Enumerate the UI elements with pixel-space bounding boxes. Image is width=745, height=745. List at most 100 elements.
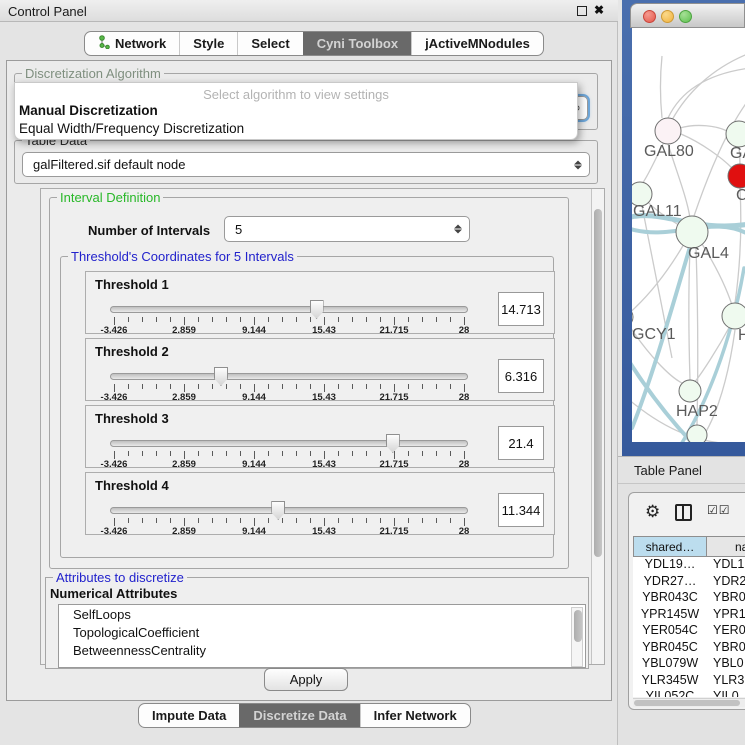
- table-row[interactable]: YER054CYER0: [633, 623, 745, 640]
- table-rows: YDL19…YDL1YDR27…YDR2YBR043CYBR0YPR145WYP…: [633, 557, 745, 697]
- slider-track[interactable]: [110, 373, 468, 380]
- attribute-item-selfloops[interactable]: SelfLoops: [59, 605, 585, 623]
- bottom-tab-infer-network[interactable]: Infer Network: [360, 704, 470, 727]
- tick-mark: [212, 451, 213, 456]
- tick-mark: [282, 451, 283, 456]
- tick-mark: [338, 518, 339, 523]
- tick-mark: [450, 384, 451, 389]
- zoom-traffic-light-icon[interactable]: [679, 10, 692, 23]
- slider-tick-labels: -3.4262.8599.14415.4321.71528: [114, 459, 464, 470]
- tick-mark: [464, 317, 465, 325]
- tick-mark: [338, 451, 339, 456]
- table-row[interactable]: YBR043CYBR0: [633, 590, 745, 607]
- column-header-name[interactable]: na: [707, 536, 745, 557]
- tab-style[interactable]: Style: [179, 32, 237, 55]
- tick-mark: [198, 317, 199, 322]
- threshold-value-field[interactable]: 6.316: [498, 359, 544, 393]
- top-tab-bar: NetworkStyleSelectCyni ToolboxjActiveMNo…: [84, 31, 544, 56]
- tick-mark: [254, 518, 255, 526]
- slider-track[interactable]: [110, 440, 468, 447]
- tick-mark: [436, 384, 437, 389]
- network-node-hap2[interactable]: [679, 380, 701, 402]
- number-of-intervals-combobox[interactable]: 5: [224, 216, 470, 242]
- tick-mark: [296, 518, 297, 523]
- tick-mark: [184, 518, 185, 526]
- tick-mark: [240, 451, 241, 456]
- tab-cyni-toolbox[interactable]: Cyni Toolbox: [303, 32, 411, 55]
- tick-mark: [394, 518, 395, 526]
- table-row[interactable]: YDR27…YDR2: [633, 574, 745, 591]
- tick-mark: [394, 451, 395, 459]
- tick-label: -3.426: [101, 392, 128, 403]
- cell-shared-name: YLR345W: [633, 673, 707, 690]
- attribute-item-topologicalcoefficient[interactable]: TopologicalCoefficient: [59, 623, 585, 641]
- tab-jactivemnodules[interactable]: jActiveMNodules: [411, 32, 543, 55]
- algorithm-option-manual-discretization[interactable]: Manual Discretization: [18, 103, 158, 118]
- bottom-tab-impute-data[interactable]: Impute Data: [139, 704, 239, 727]
- minimize-traffic-light-icon[interactable]: [661, 10, 674, 23]
- gear-icon[interactable]: ⚙: [645, 502, 660, 522]
- tick-label: 15.43: [312, 325, 336, 336]
- tick-mark: [184, 451, 185, 459]
- attribute-item-betweennesscentrality[interactable]: BetweennessCentrality: [59, 641, 585, 659]
- tick-mark: [226, 451, 227, 456]
- tick-mark: [170, 384, 171, 389]
- list-scrollbar-thumb[interactable]: [574, 610, 582, 642]
- threshold-value-field[interactable]: 14.713: [498, 292, 544, 326]
- bottom-tab-label: Infer Network: [374, 708, 457, 723]
- horizontal-scrollbar[interactable]: [633, 698, 745, 707]
- network-node-ga[interactable]: [726, 121, 745, 147]
- network-canvas[interactable]: GAL80GACGAL11GAL4GCY1HHAP2: [632, 28, 745, 442]
- attributes-group-title: Attributes to discretize: [53, 570, 187, 585]
- network-node-c[interactable]: [728, 164, 745, 188]
- threshold-value-field[interactable]: 21.4: [498, 426, 544, 460]
- float-icon[interactable]: [577, 6, 587, 16]
- tick-mark: [254, 317, 255, 325]
- algorithm-group-title: Discretization Algorithm: [22, 66, 164, 81]
- tick-label: 2.859: [172, 526, 196, 537]
- tick-mark: [380, 384, 381, 389]
- threshold-value-field[interactable]: 11.344: [498, 493, 544, 527]
- screen: Control Panel ✖ NetworkStyleSelectCyni T…: [0, 0, 745, 745]
- select-columns-icon[interactable]: ☑☑: [707, 503, 731, 517]
- table-data-combobox[interactable]: galFiltered.sif default node: [22, 152, 590, 177]
- tick-mark: [212, 518, 213, 523]
- vertical-scrollbar[interactable]: [591, 189, 604, 664]
- apply-button[interactable]: Apply: [264, 668, 348, 691]
- scrollbar-thumb[interactable]: [594, 209, 602, 557]
- network-node-h[interactable]: [722, 303, 745, 329]
- apply-button-label: Apply: [290, 672, 323, 687]
- table-row[interactable]: YBL079WYBL0: [633, 656, 745, 673]
- horizontal-scrollbar-thumb[interactable]: [634, 700, 740, 706]
- bottom-tab-discretize-data[interactable]: Discretize Data: [239, 704, 359, 727]
- table-row[interactable]: YBR045CYBR0: [633, 640, 745, 657]
- list-scrollbar[interactable]: [571, 607, 583, 667]
- close-traffic-light-icon[interactable]: [643, 10, 656, 23]
- tab-select[interactable]: Select: [237, 32, 302, 55]
- tick-mark: [352, 317, 353, 322]
- tick-label: 21.715: [379, 325, 408, 336]
- network-node-unlabeled[interactable]: [687, 425, 707, 442]
- split-columns-icon[interactable]: [675, 504, 692, 521]
- table-toolbar: ⚙ ☑☑: [629, 493, 745, 535]
- column-header-shared-name[interactable]: shared…: [633, 536, 707, 557]
- tick-mark: [156, 451, 157, 456]
- table-row[interactable]: YIL052CYIL0: [633, 689, 745, 697]
- table-row[interactable]: YLR345WYLR3: [633, 673, 745, 690]
- algorithm-option-equal-width-frequency-discretization[interactable]: Equal Width/Frequency Discretization: [18, 121, 244, 136]
- tick-label: 9.144: [242, 526, 266, 537]
- table-header-row: shared…na: [633, 536, 745, 557]
- threshold-panel-2: Threshold 2-3.4262.8599.14415.4321.71528…: [85, 338, 555, 401]
- table-row[interactable]: YPR145WYPR1: [633, 607, 745, 624]
- cell-name: YDR2: [707, 574, 745, 591]
- table-row[interactable]: YDL19…YDL1: [633, 557, 745, 574]
- slider-track[interactable]: [110, 306, 468, 313]
- slider-track[interactable]: [110, 507, 468, 514]
- tab-network[interactable]: Network: [85, 32, 179, 55]
- slider-tick-labels: -3.4262.8599.14415.4321.71528: [114, 325, 464, 336]
- network-node-gal4[interactable]: [676, 216, 708, 248]
- tick-mark: [296, 384, 297, 389]
- close-icon[interactable]: ✖: [594, 3, 604, 17]
- network-node-gal80[interactable]: [655, 118, 681, 144]
- tick-mark: [114, 451, 115, 459]
